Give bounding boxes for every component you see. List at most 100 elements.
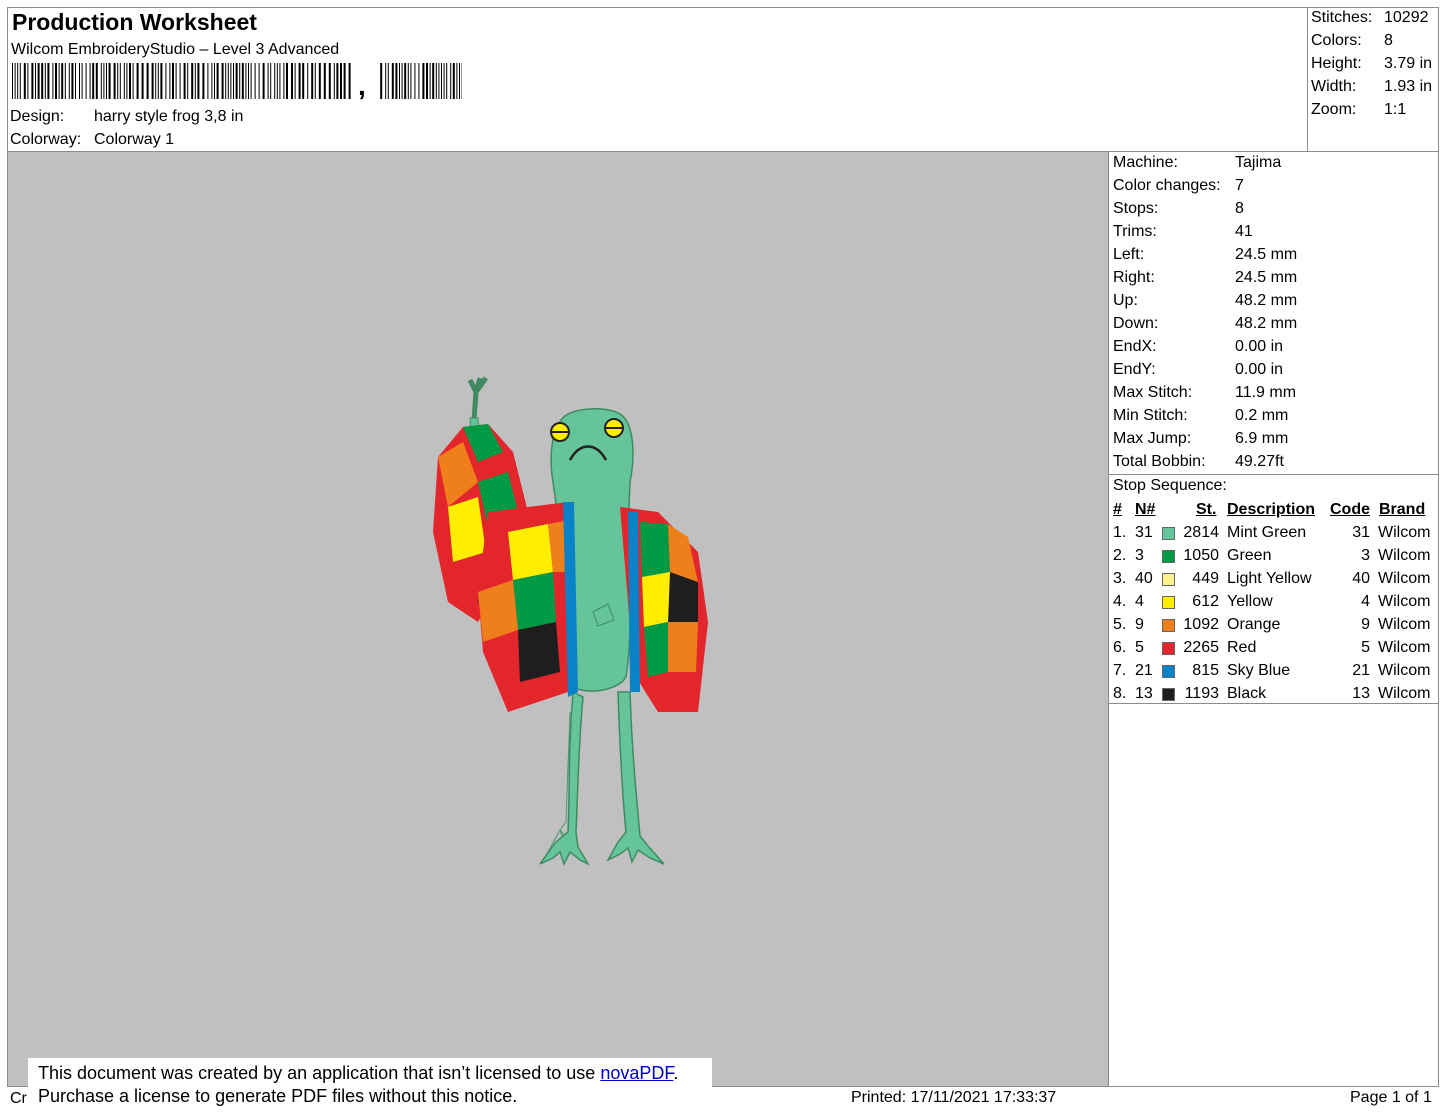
barcode-bar	[414, 63, 416, 99]
property-label: Max Jump:	[1113, 430, 1192, 447]
property-label: Min Stitch:	[1113, 407, 1188, 424]
sequence-needle: 31	[1135, 524, 1153, 541]
barcode-bar	[129, 63, 131, 99]
barcode-bar	[14, 63, 16, 99]
barcode-bar	[410, 63, 412, 99]
sequence-stitches: 1050	[1183, 547, 1219, 564]
barcode-bar	[117, 63, 119, 99]
barcode-bar	[119, 63, 121, 99]
barcode-bar	[399, 63, 400, 99]
barcode-bar	[47, 63, 50, 99]
barcode-bar	[422, 63, 425, 99]
sequence-needle: 4	[1135, 593, 1144, 610]
property-value: 7	[1235, 177, 1244, 194]
sequence-brand: Wilcom	[1378, 662, 1431, 679]
barcode-bar	[235, 63, 238, 99]
sequence-index: 5.	[1113, 616, 1127, 633]
barcode-bar	[233, 63, 234, 99]
barcode-bar	[19, 63, 21, 99]
barcode-bar	[41, 63, 44, 99]
sequence-needle: 21	[1135, 662, 1153, 679]
barcode-bar	[169, 63, 171, 99]
barcode-bar	[126, 63, 128, 99]
property-value: 0.00 in	[1235, 361, 1284, 378]
barcode-bar	[241, 63, 244, 99]
stat-label: Zoom:	[1311, 101, 1357, 118]
stat-label: Height:	[1311, 55, 1362, 72]
design-value: harry style frog 3,8 in	[94, 108, 244, 125]
property-label: Total Bobbin:	[1113, 453, 1206, 470]
design-preview	[8, 152, 1108, 1086]
sequence-code: 31	[1352, 524, 1370, 541]
barcode-bar	[380, 63, 383, 99]
barcode-bar	[446, 63, 448, 99]
barcode-bar	[81, 63, 83, 99]
barcode-bar	[58, 63, 60, 99]
sequence-stitches: 2814	[1183, 524, 1219, 541]
stats-divider	[1307, 7, 1308, 152]
barcode-bar	[276, 63, 278, 99]
property-value: 48.2 mm	[1235, 315, 1298, 332]
stat-label: Stitches:	[1311, 9, 1373, 26]
sequence-brand: Wilcom	[1378, 685, 1431, 702]
sequence-code: 5	[1361, 639, 1370, 656]
properties-divider	[1108, 474, 1439, 475]
sequence-index: 3.	[1113, 570, 1127, 587]
license-notice: This document was created by an applicat…	[28, 1058, 712, 1114]
barcode-bar	[340, 63, 342, 99]
barcode-bar	[385, 63, 387, 99]
stat-value: 8	[1384, 32, 1393, 49]
sequence-code: 9	[1361, 616, 1370, 633]
stat-value: 1.93 in	[1384, 78, 1433, 95]
colorway-value: Colorway 1	[94, 131, 175, 148]
barcode-bar	[44, 63, 46, 99]
barcode-bar	[35, 63, 36, 99]
sequence-index: 7.	[1113, 662, 1127, 679]
barcode-bar	[395, 63, 398, 99]
property-label: Right:	[1113, 269, 1155, 286]
sequence-code: 40	[1352, 570, 1370, 587]
property-value: 0.00 in	[1235, 338, 1284, 355]
barcode-bar	[64, 63, 66, 99]
barcode-bar	[258, 63, 260, 99]
barcode-bar	[307, 63, 309, 99]
sequence-code: 13	[1352, 685, 1370, 702]
barcode-bar	[12, 63, 13, 99]
barcode-bar	[175, 63, 177, 99]
design-label: Design:	[10, 108, 65, 125]
barcode-bar	[401, 63, 403, 99]
sequence-needle: 9	[1135, 616, 1144, 633]
property-value: 24.5 mm	[1235, 269, 1298, 286]
barcode-bar	[426, 63, 428, 99]
property-label: Trims:	[1113, 223, 1157, 240]
col-header-st: St.	[1196, 501, 1217, 518]
barcode-bar	[187, 63, 189, 99]
property-label: Max Stitch:	[1113, 384, 1193, 401]
barcode-bar	[27, 63, 29, 99]
barcode-bar	[100, 63, 102, 99]
sequence-brand: Wilcom	[1378, 593, 1431, 610]
barcode-bar	[391, 63, 394, 99]
sequence-stitches: 449	[1192, 570, 1219, 587]
barcode-bar	[294, 63, 296, 99]
barcode-bar	[191, 63, 194, 99]
barcode-bar	[71, 63, 74, 99]
barcode-bar	[221, 63, 224, 99]
sequence-stitches: 612	[1192, 593, 1219, 610]
sequence-brand: Wilcom	[1378, 547, 1431, 564]
property-value: 8	[1235, 200, 1244, 217]
novapdf-link[interactable]: novaPDF	[600, 1063, 673, 1083]
barcode-bar	[92, 63, 95, 99]
sequence-needle: 5	[1135, 639, 1144, 656]
barcode-bar	[183, 63, 186, 99]
barcode-bar	[323, 63, 326, 99]
sequence-index: 1.	[1113, 524, 1127, 541]
barcode-bar	[61, 63, 64, 99]
barcode-bar	[108, 63, 111, 99]
property-label: EndX:	[1113, 338, 1157, 355]
frog-embroidery-image	[433, 376, 708, 866]
barcode-bar	[387, 63, 389, 99]
property-value: 11.9 mm	[1235, 384, 1297, 401]
property-value: 6.9 mm	[1235, 430, 1289, 447]
barcode-bar	[302, 63, 305, 99]
